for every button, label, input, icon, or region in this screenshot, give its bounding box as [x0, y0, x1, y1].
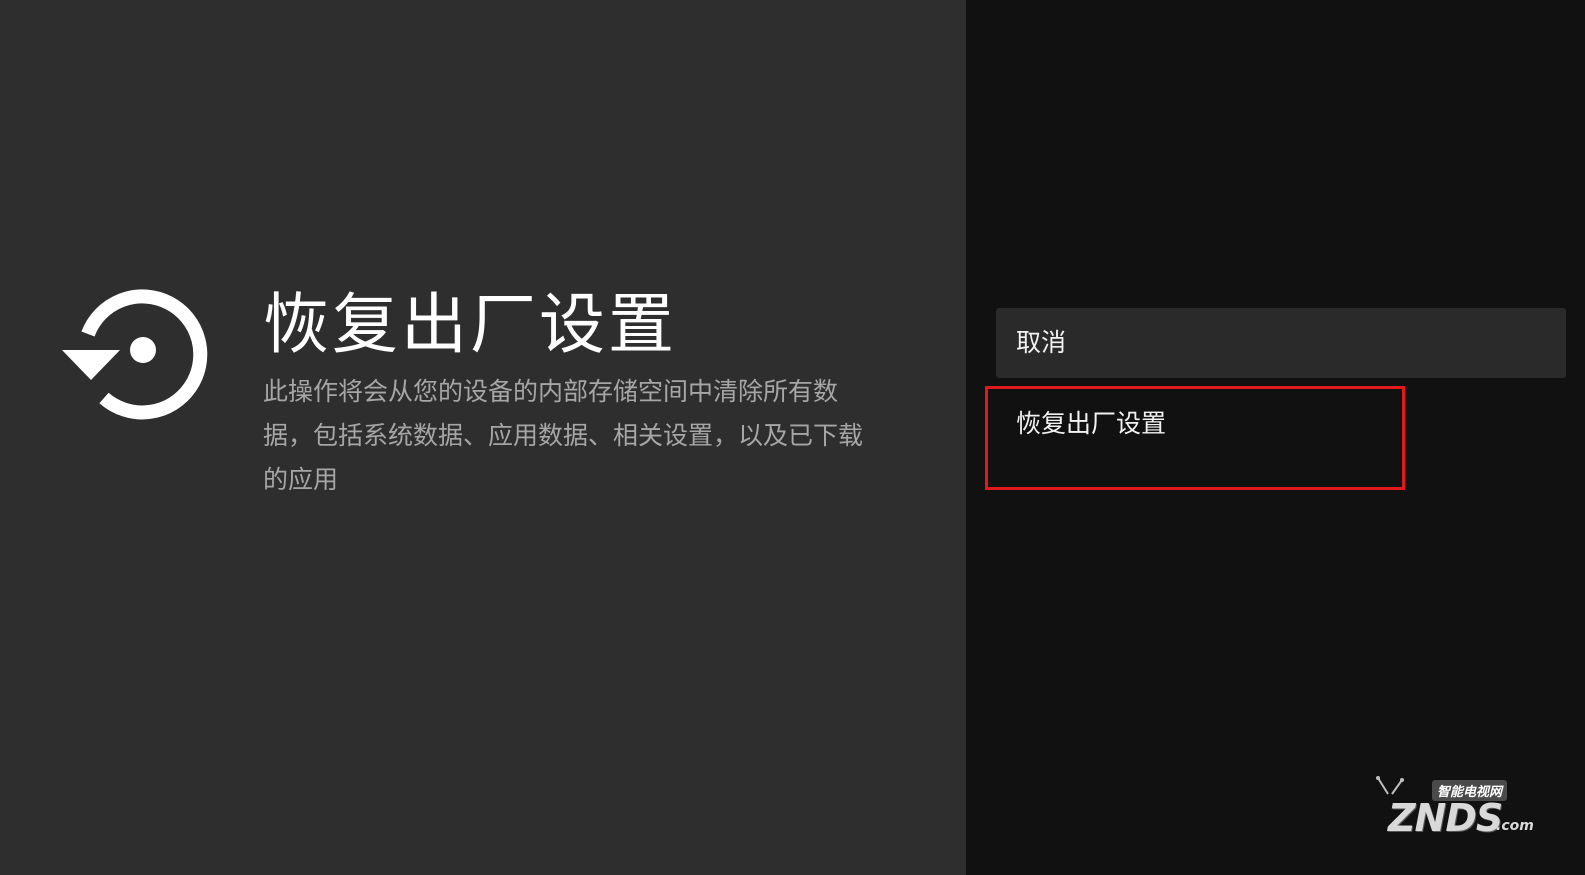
cancel-option[interactable]: 取消: [996, 308, 1566, 378]
page-description: 此操作将会从您的设备的内部存储空间中清除所有数据，包括系统数据、应用数据、相关设…: [263, 377, 864, 494]
watermark-brand: ZNDS: [1388, 796, 1503, 840]
page-title: 恢复出厂设置: [263, 286, 677, 363]
watermark-suffix: .com: [1496, 818, 1534, 834]
factory-reset-option-label: 恢复出厂设置: [1016, 409, 1167, 438]
factory-reset-option[interactable]: 恢复出厂设置: [996, 392, 1566, 490]
info-pane: 恢复出厂设置 此操作将会从您的设备的内部存储空间中清除所有数据，包括系统数据、应…: [0, 0, 966, 875]
factory-reset-icon: [58, 286, 210, 420]
cancel-option-label: 取消: [1016, 328, 1067, 357]
znds-watermark: 智能电视网 ZNDS .com: [1372, 776, 1542, 846]
factory-reset-screen: 恢复出厂设置 此操作将会从您的设备的内部存储空间中清除所有数据，包括系统数据、应…: [0, 0, 1585, 875]
